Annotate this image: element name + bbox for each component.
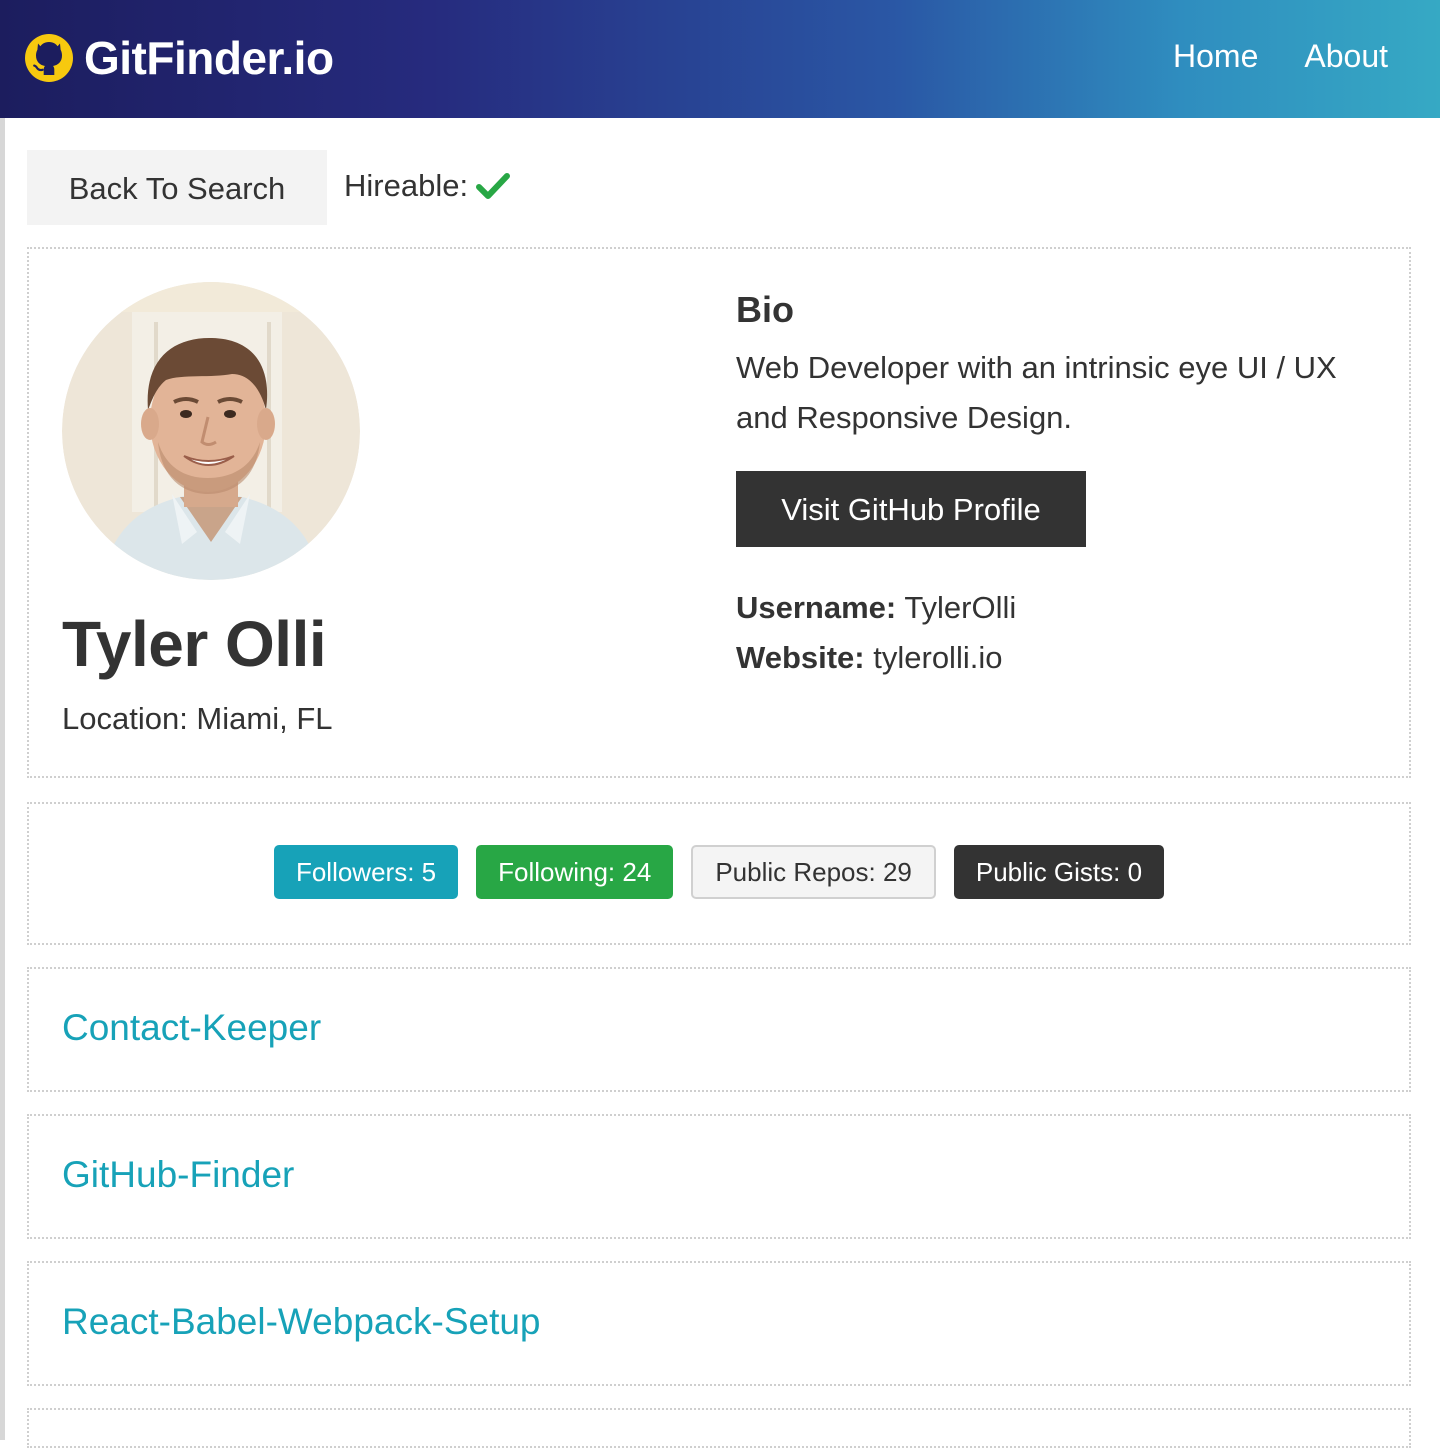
back-to-search-button[interactable]: Back To Search <box>27 150 327 225</box>
nav-links: Home About <box>1173 38 1388 75</box>
stats-card: Followers: 5 Following: 24 Public Repos:… <box>27 802 1411 945</box>
website-link[interactable]: tylerolli.io <box>873 640 1002 675</box>
repo-card: Contact-Keeper <box>27 967 1411 1092</box>
page-left-border <box>0 118 5 1440</box>
repo-link[interactable]: Contact-Keeper <box>62 1007 321 1049</box>
bio-text: Web Developer with an intrinsic eye UI /… <box>736 350 1337 435</box>
visit-github-profile-button[interactable]: Visit GitHub Profile <box>736 471 1086 547</box>
following-badge: Following: 24 <box>476 845 674 899</box>
profile-name: Tyler Olli <box>62 608 327 680</box>
avatar <box>62 282 360 580</box>
repo-card <box>27 1408 1411 1448</box>
public-gists-badge: Public Gists: 0 <box>953 845 1165 899</box>
followers-badge: Followers: 5 <box>273 845 459 899</box>
website-row: Website: tylerolli.io <box>736 633 1016 683</box>
public-repos-badge: Public Repos: 29 <box>691 845 936 899</box>
profile-location: Location: Miami, FL <box>62 701 333 736</box>
username-row: Username: TylerOlli <box>736 583 1016 633</box>
github-icon <box>25 34 73 82</box>
nav-link-about[interactable]: About <box>1304 38 1388 75</box>
repo-link[interactable]: GitHub-Finder <box>62 1154 294 1196</box>
brand[interactable]: GitFinder.io <box>24 32 334 84</box>
profile-info-list: Username: TylerOlli Website: tylerolli.i… <box>736 583 1016 683</box>
bio-heading: Bio <box>736 289 794 330</box>
username-label: Username: <box>736 590 897 625</box>
username-value: TylerOlli <box>904 590 1017 625</box>
repo-link[interactable]: React-Babel-Webpack-Setup <box>62 1301 541 1343</box>
nav-link-home[interactable]: Home <box>1173 38 1258 75</box>
profile-card: Tyler Olli Location: Miami, FL Bio Web D… <box>27 247 1411 778</box>
check-icon <box>476 173 511 199</box>
hireable-status: Hireable: <box>344 168 511 204</box>
hireable-label: Hireable: <box>344 168 469 203</box>
website-label: Website: <box>736 640 865 675</box>
repo-card: GitHub-Finder <box>27 1114 1411 1239</box>
navbar: GitFinder.io Home About <box>0 0 1440 118</box>
brand-title: GitFinder.io <box>84 32 334 84</box>
repo-card: React-Babel-Webpack-Setup <box>27 1261 1411 1386</box>
stats-badges: Followers: 5 Following: 24 Public Repos:… <box>29 845 1409 899</box>
